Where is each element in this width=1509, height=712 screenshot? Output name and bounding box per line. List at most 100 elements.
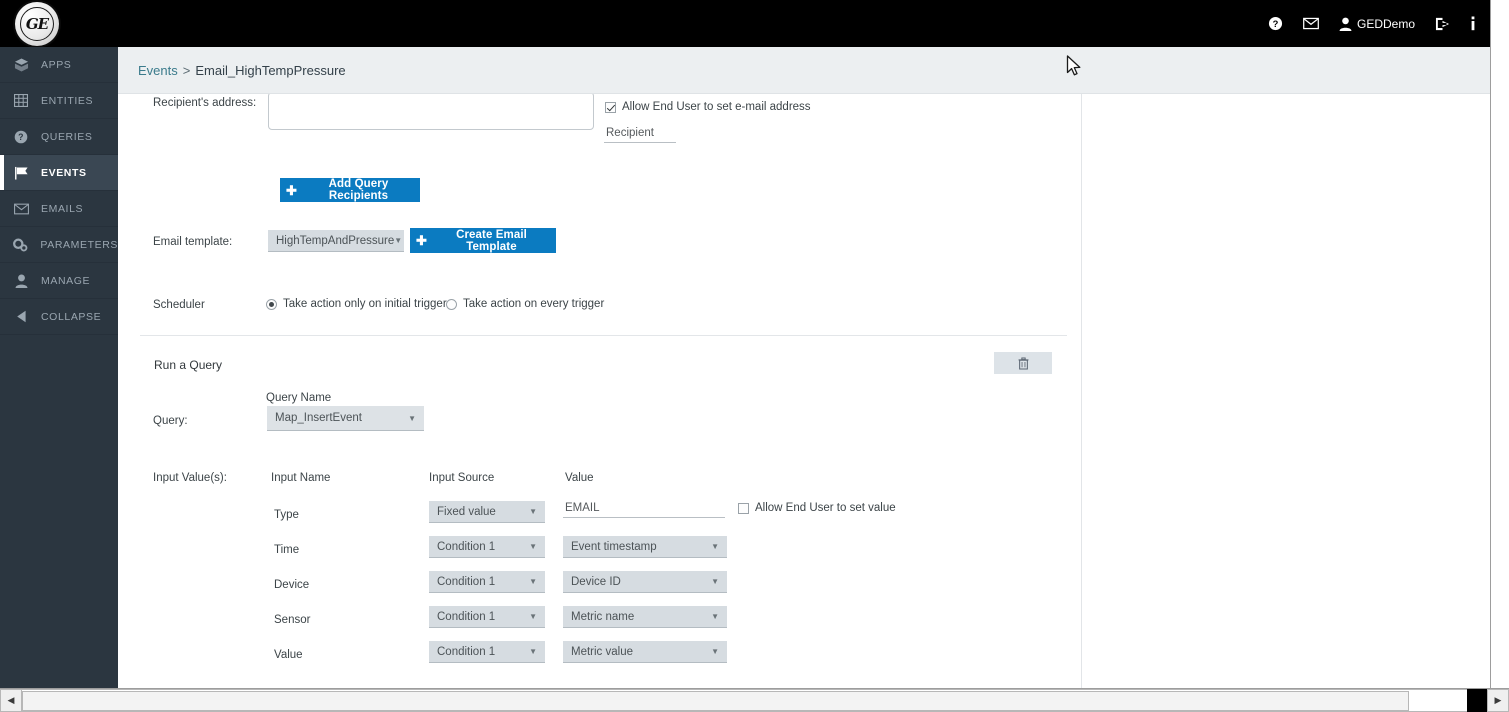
- chevron-down-icon: ▼: [711, 542, 719, 551]
- radio-every-trigger[interactable]: [446, 298, 457, 310]
- event-form-panel: Recipient's address: Allow End User to s…: [140, 94, 1082, 688]
- chevron-down-icon: ▼: [711, 612, 719, 621]
- top-header-actions: ? GEDDemo: [1268, 16, 1490, 31]
- sidebar-item-parameters[interactable]: PARAMETERS: [0, 227, 118, 263]
- svg-text:?: ?: [1273, 19, 1279, 29]
- allow-enduser-value-label: Allow End User to set value: [755, 502, 896, 514]
- scheduler-option-every-trigger[interactable]: Take action on every trigger: [446, 298, 604, 310]
- recipient-tag-input[interactable]: [604, 124, 676, 143]
- radio-initial-trigger[interactable]: [266, 298, 277, 310]
- chevron-down-icon: ▼: [529, 647, 537, 656]
- query-label: Query:: [153, 415, 188, 427]
- create-email-template-button[interactable]: ✚ Create Email Template: [410, 228, 556, 253]
- chevron-down-icon: ▼: [711, 647, 719, 656]
- scheduler-option-initial-trigger[interactable]: Take action only on initial trigger: [266, 298, 447, 310]
- svg-text:?: ?: [18, 132, 24, 142]
- vertical-scrollbar[interactable]: [1490, 0, 1509, 688]
- chevron-down-icon: ▼: [408, 413, 416, 423]
- input-source-select-sensor[interactable]: Condition 1 ▼: [429, 606, 545, 628]
- value-select-value-device: Device ID: [571, 575, 621, 588]
- scroll-right-arrow-button[interactable]: ▶: [1487, 689, 1509, 712]
- value-select-time[interactable]: Event timestamp ▼: [563, 536, 727, 558]
- email-template-label: Email template:: [153, 236, 233, 248]
- scroll-left-arrow-button[interactable]: ◀: [0, 689, 22, 712]
- column-header-input-name: Input Name: [271, 472, 331, 484]
- ge-logo[interactable]: GE: [15, 1, 59, 46]
- run-a-query-title: Run a Query: [154, 358, 223, 372]
- question-circle-icon: ?: [1268, 16, 1283, 31]
- add-query-recipients-button[interactable]: ✚ Add Query Recipients: [280, 178, 420, 202]
- allow-enduser-value-checkbox-row[interactable]: Allow End User to set value: [738, 502, 896, 514]
- sidebar-label-events: EVENTS: [41, 166, 87, 179]
- application-window: GE ? GEDDemo APPS ENTITIES ? QUERIES EVE…: [0, 0, 1509, 712]
- sidebar-item-collapse[interactable]: COLLAPSE: [0, 299, 118, 335]
- user-icon: [1339, 17, 1352, 31]
- help-button[interactable]: ?: [1268, 16, 1283, 31]
- scheduler-option-1-label: Take action only on initial trigger: [283, 298, 447, 310]
- ge-logo-text: GE: [20, 6, 54, 41]
- row-label-value: Value: [274, 649, 303, 661]
- sidebar-item-events[interactable]: EVENTS: [0, 155, 118, 191]
- recipient-address-label: Recipient's address:: [153, 97, 257, 109]
- chevron-down-icon: ▼: [529, 542, 537, 551]
- breadcrumb-current-page: Email_HighTempPressure: [195, 62, 346, 78]
- value-select-value[interactable]: Metric value ▼: [563, 641, 727, 663]
- row-label-time: Time: [274, 544, 300, 556]
- create-email-template-label: Create Email Template: [456, 228, 527, 253]
- logout-button[interactable]: [1435, 17, 1450, 31]
- section-divider: [140, 335, 1067, 336]
- logout-icon: [1435, 17, 1450, 30]
- email-template-value: HighTempAndPressure: [276, 234, 395, 247]
- sidebar-item-entities[interactable]: ENTITIES: [0, 83, 118, 119]
- scheduler-label: Scheduler: [153, 299, 205, 311]
- horizontal-scrollbar[interactable]: ◀ ▶: [0, 688, 1509, 712]
- value-input-type[interactable]: [563, 499, 725, 518]
- row-label-type: Type: [274, 509, 299, 521]
- input-source-select-value[interactable]: Condition 1 ▼: [429, 641, 545, 663]
- plus-icon: ✚: [286, 182, 297, 198]
- input-source-select-device[interactable]: Condition 1 ▼: [429, 571, 545, 593]
- vertical-scrollbar-track[interactable]: [1492, 0, 1509, 688]
- input-source-value-device: Condition 1: [437, 575, 496, 588]
- column-header-input-source: Input Source: [429, 472, 495, 484]
- mail-button[interactable]: [1303, 17, 1319, 30]
- value-select-value-value: Metric value: [571, 645, 633, 658]
- sidebar-label-apps: APPS: [41, 58, 72, 71]
- allow-enduser-value-checkbox[interactable]: [738, 502, 749, 514]
- input-source-value-value: Condition 1: [437, 645, 496, 658]
- query-name-column-header: Query Name: [266, 392, 332, 404]
- user-name-label: GEDDemo: [1356, 16, 1415, 31]
- value-select-value-time: Event timestamp: [571, 540, 657, 553]
- input-source-value-time: Condition 1: [437, 540, 496, 553]
- sidebar-item-apps[interactable]: APPS: [0, 47, 118, 83]
- delete-query-block-button[interactable]: [994, 352, 1052, 374]
- recipient-address-input[interactable]: [268, 94, 594, 130]
- sidebar-item-emails[interactable]: EMAILS: [0, 191, 118, 227]
- query-select[interactable]: Map_InsertEvent ▼: [267, 406, 424, 431]
- sidebar-label-parameters: PARAMETERS: [40, 238, 118, 251]
- sidebar-item-manage[interactable]: MANAGE: [0, 263, 118, 299]
- main-content-area: Recipient's address: Allow End User to s…: [118, 94, 1490, 688]
- input-source-value-type: Fixed value: [437, 505, 496, 518]
- email-template-select[interactable]: HighTempAndPressure ▼: [268, 230, 404, 252]
- chevron-down-icon: ▼: [529, 612, 537, 621]
- allow-enduser-email-checkbox[interactable]: [605, 101, 616, 113]
- value-select-sensor[interactable]: Metric name ▼: [563, 606, 727, 628]
- user-menu[interactable]: GEDDemo: [1339, 17, 1415, 31]
- input-source-select-time[interactable]: Condition 1 ▼: [429, 536, 545, 558]
- scrollbar-corner: [1467, 689, 1487, 712]
- info-button[interactable]: [1470, 16, 1476, 31]
- sidebar-label-entities: ENTITIES: [41, 94, 94, 107]
- breadcrumb-link-events[interactable]: Events: [138, 63, 178, 78]
- row-label-sensor: Sensor: [274, 614, 311, 626]
- horizontal-scrollbar-track[interactable]: [22, 689, 1467, 712]
- grid-table-icon: [12, 94, 30, 107]
- sidebar-item-queries[interactable]: ? QUERIES: [0, 119, 118, 155]
- horizontal-scrollbar-thumb[interactable]: [22, 691, 1410, 711]
- add-query-recipients-label: Add Query Recipients: [328, 178, 389, 202]
- sidebar-label-manage: MANAGE: [41, 274, 91, 287]
- value-select-value-sensor: Metric name: [571, 610, 635, 623]
- value-select-device[interactable]: Device ID ▼: [563, 571, 727, 593]
- input-source-select-type[interactable]: Fixed value ▼: [429, 501, 545, 523]
- allow-enduser-email-checkbox-row[interactable]: Allow End User to set e-mail address: [605, 101, 811, 113]
